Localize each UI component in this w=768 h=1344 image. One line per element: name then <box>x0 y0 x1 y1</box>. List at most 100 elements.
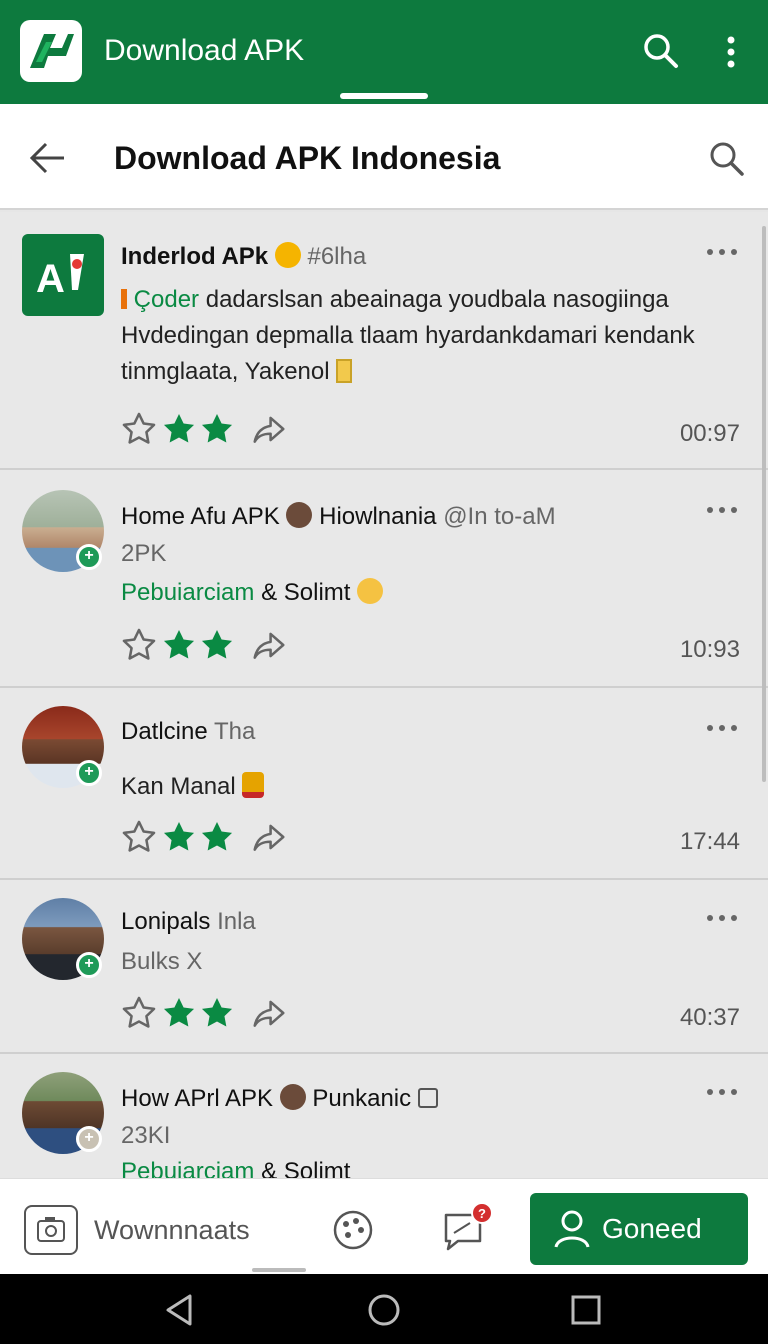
avatar[interactable]: + <box>22 706 104 788</box>
scrollbar[interactable] <box>762 226 766 782</box>
avatar[interactable]: + <box>22 898 104 980</box>
post-time: 00:97 <box>679 420 740 447</box>
star-icon[interactable] <box>198 626 236 664</box>
post-text-line: tinmglaata, Yakenol <box>121 358 353 386</box>
search-icon[interactable] <box>706 138 748 180</box>
arrow-left-icon[interactable] <box>26 136 70 180</box>
avatar[interactable]: + <box>22 490 104 572</box>
post-text-line: Pebuiarciam & Solimt <box>121 578 384 607</box>
post-text-line: Çoder dadarslsan abeainaga youdbala naso… <box>121 286 669 314</box>
author-handle: #6lha <box>307 243 367 270</box>
system-nav-bar <box>0 1274 768 1344</box>
avatar[interactable]: + <box>22 1072 104 1154</box>
star-outline-icon[interactable] <box>120 410 158 448</box>
post-card[interactable]: A Inderlod APk #6lha Çoder dadarslsan ab… <box>0 212 768 470</box>
star-icon[interactable] <box>198 994 236 1032</box>
post-text-line: Hvdedingan depmalla tlaam hyardankdamari… <box>121 322 695 349</box>
trophy-icon <box>242 772 265 798</box>
app-avatar[interactable]: A <box>22 234 104 316</box>
share-icon[interactable] <box>250 818 288 856</box>
note-icon <box>336 359 353 383</box>
author-name: Datlcine <box>121 718 208 745</box>
post-author[interactable]: Datlcine Tha <box>121 718 255 746</box>
post-subtitle: Bulks X <box>121 948 203 975</box>
post-author[interactable]: Lonipals Inla <box>121 908 256 936</box>
author-handle-name: Hiowlnania <box>319 503 437 530</box>
more-horiz-icon[interactable] <box>704 908 740 928</box>
drag-handle[interactable] <box>252 1268 306 1272</box>
star-icon[interactable] <box>160 410 198 448</box>
star-icon[interactable] <box>198 818 236 856</box>
star-outline-icon[interactable] <box>120 994 158 1032</box>
post-card[interactable]: + Home Afu APK Hiowlnania @In to-aM 2PK … <box>0 470 768 688</box>
more-horiz-icon[interactable] <box>704 242 740 262</box>
share-icon[interactable] <box>250 626 288 664</box>
author-handle: @In to-aM <box>443 503 556 530</box>
post-author[interactable]: Home Afu APK Hiowlnania @In to-aM <box>121 502 556 531</box>
svg-text:A: A <box>36 257 65 301</box>
online-status-icon: + <box>76 952 102 978</box>
post-author[interactable]: Inderlod APk #6lha <box>121 242 366 271</box>
avatar-mini-icon <box>286 502 313 528</box>
post-text-line: Kan Manal <box>121 772 265 801</box>
avatar-mini-icon <box>279 1084 306 1110</box>
more-vert-icon[interactable] <box>716 32 746 72</box>
page-title: Download APK Indonesia <box>114 140 501 176</box>
user-icon <box>554 1210 590 1248</box>
author-handle-name: Punkanic <box>312 1085 412 1112</box>
bottom-bar: Wownnnaats ? Goneed <box>0 1178 768 1274</box>
star-outline-icon[interactable] <box>120 818 158 856</box>
share-icon[interactable] <box>250 994 288 1032</box>
post-time: 17:44 <box>679 828 740 855</box>
bottom-label[interactable]: Wownnnaats <box>94 1215 250 1246</box>
nav-home-icon[interactable] <box>366 1292 402 1328</box>
post-card[interactable]: + Datlcine Tha Kan Manal 17:44 <box>0 688 768 880</box>
post-text: & Solimt <box>261 1158 351 1178</box>
post-text-line: Pebuiarciam & Solimt <box>121 1158 350 1178</box>
post-actions <box>120 626 300 666</box>
author-name: How APrl APK <box>121 1085 274 1112</box>
tag-marker-icon <box>121 289 127 309</box>
online-status-icon: + <box>76 544 102 570</box>
post-tag: Pebuiarciam <box>121 579 255 606</box>
post-subtitle: 23KI <box>121 1122 171 1149</box>
post-author[interactable]: How APrl APK Punkanic <box>121 1084 438 1113</box>
star-outline-icon[interactable] <box>120 626 158 664</box>
nav-recent-icon[interactable] <box>568 1292 604 1328</box>
star-icon[interactable] <box>160 818 198 856</box>
search-icon[interactable] <box>640 30 682 72</box>
post-card[interactable]: + How APrl APK Punkanic 23KI Pebuiarciam… <box>0 1054 768 1178</box>
star-icon[interactable] <box>198 410 236 448</box>
goneed-label: Goneed <box>602 1213 702 1244</box>
app-title: Download APK <box>104 34 305 67</box>
author-handle: Inla <box>217 908 256 935</box>
svg-text:?: ? <box>478 1206 486 1221</box>
app-logo[interactable] <box>20 20 82 82</box>
post-feed[interactable]: A Inderlod APk #6lha Çoder dadarslsan ab… <box>0 212 768 1178</box>
post-actions <box>120 410 300 450</box>
tab-indicator <box>340 93 428 99</box>
badge-icon <box>274 242 301 268</box>
post-text: dadarslsan abeainaga youdbala nasogiinga <box>205 286 669 313</box>
nav-back-icon[interactable] <box>162 1292 198 1328</box>
post-text: & Solimt <box>261 579 351 606</box>
palette-icon[interactable] <box>330 1207 376 1253</box>
more-horiz-icon[interactable] <box>704 500 740 520</box>
online-status-icon: + <box>76 760 102 786</box>
goneed-button[interactable]: Goneed <box>530 1193 748 1265</box>
star-icon[interactable] <box>160 994 198 1032</box>
online-status-icon: + <box>76 1126 102 1152</box>
post-subtitle: 2PK <box>121 540 167 567</box>
post-text: Kan Manal <box>121 773 236 800</box>
post-card[interactable]: + Lonipals Inla Bulks X 40:37 <box>0 880 768 1054</box>
star-icon[interactable] <box>160 626 198 664</box>
edit-icon <box>417 1088 438 1108</box>
message-icon[interactable]: ? <box>440 1201 496 1255</box>
share-icon[interactable] <box>250 410 288 448</box>
camera-icon[interactable] <box>24 1205 78 1255</box>
post-time: 10:93 <box>679 636 740 663</box>
post-time: 40:37 <box>679 1004 740 1031</box>
more-horiz-icon[interactable] <box>704 718 740 738</box>
post-text: tinmglaata, Yakenol <box>121 358 330 385</box>
more-horiz-icon[interactable] <box>704 1082 740 1102</box>
